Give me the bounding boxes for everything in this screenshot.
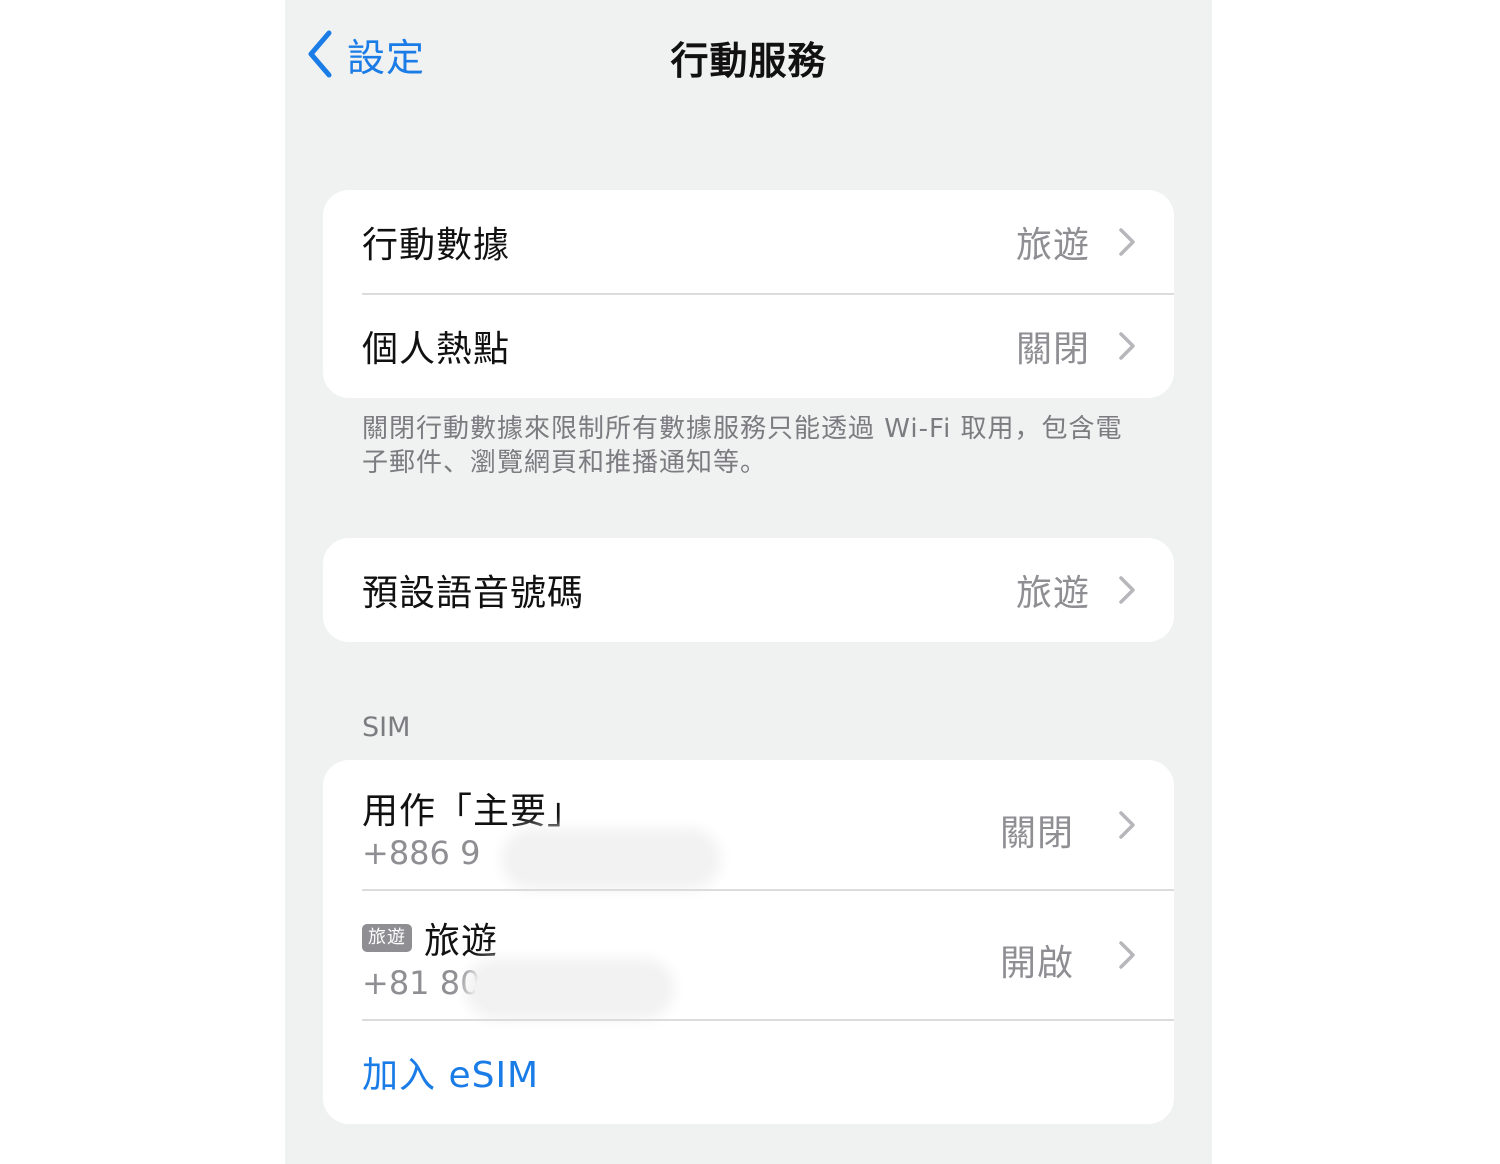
row-value: 開啟	[999, 943, 1074, 984]
row-label: 個人熱點	[362, 329, 511, 370]
chevron-right-icon	[1119, 941, 1135, 969]
settings-screen: 設定 行動服務 行動數據 旅遊 個人熱點 關閉 關閉行動數據來限制所有數據服務只…	[285, 0, 1212, 1164]
sim-group: 用作「主要」 +886 9 關閉 旅遊 旅遊 +81 80 開啟 加入 eSIM	[323, 760, 1174, 1124]
sim-line-title: 用作「主要」	[362, 782, 584, 834]
page-title: 行動服務	[670, 39, 827, 83]
row-value: 旅遊	[1015, 225, 1090, 266]
cellular-data-row[interactable]: 行動數據 旅遊	[323, 190, 1174, 294]
row-value: 關閉	[999, 813, 1074, 854]
row-value: 關閉	[1015, 329, 1090, 370]
add-esim-button[interactable]: 加入 eSIM	[323, 1020, 1174, 1124]
phone-number: +81 80	[362, 964, 481, 1002]
sim-line-primary-row[interactable]: 用作「主要」 +886 9 關閉	[323, 760, 1174, 890]
row-label: 行動數據	[362, 225, 511, 266]
sim-line-label: 用作「主要」	[362, 791, 585, 832]
chevron-right-icon	[1119, 576, 1135, 604]
sim-line-title: 旅遊 旅遊	[362, 912, 498, 964]
sim-line-travel-row[interactable]: 旅遊 旅遊 +81 80 開啟	[323, 890, 1174, 1020]
sim-badge: 旅遊	[362, 924, 412, 952]
default-voice-line-row[interactable]: 預設語音號碼 旅遊	[323, 538, 1174, 642]
personal-hotspot-row[interactable]: 個人熱點 關閉	[323, 294, 1174, 398]
section-footer-note: 關閉行動數據來限制所有數據服務只能透過 Wi-Fi 取用，包含電子郵件、瀏覽網頁…	[362, 414, 1123, 478]
row-value: 旅遊	[1015, 573, 1090, 614]
sim-line-label: 旅遊	[424, 921, 499, 962]
chevron-right-icon	[1119, 228, 1135, 256]
add-esim-label: 加入 eSIM	[362, 1055, 540, 1096]
redaction-blur	[511, 838, 711, 880]
sim-section-header: SIM	[362, 712, 411, 743]
chevron-right-icon	[1119, 332, 1135, 360]
row-label: 預設語音號碼	[362, 573, 585, 614]
redaction-blur	[475, 968, 665, 1010]
data-group: 行動數據 旅遊 個人熱點 關閉	[323, 190, 1174, 398]
chevron-right-icon	[1119, 811, 1135, 839]
phone-number: +886 9	[362, 834, 481, 872]
voice-group: 預設語音號碼 旅遊	[323, 538, 1174, 642]
